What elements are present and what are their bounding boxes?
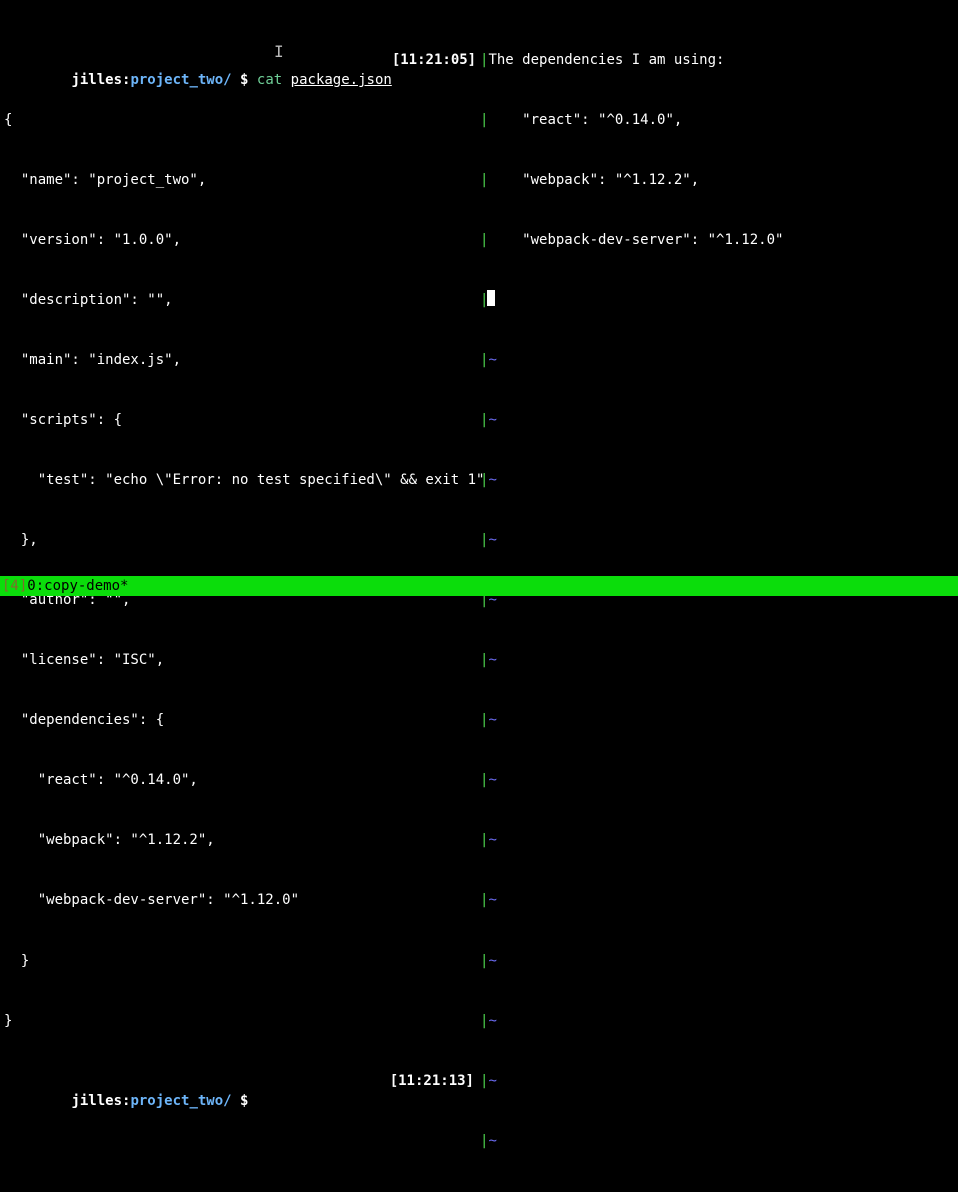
timestamp-1: [11:21:05]	[392, 50, 476, 70]
pane-divider-icon: |	[480, 110, 488, 130]
tilde-icon: ~	[488, 710, 496, 730]
timestamp-2: [11:21:13]	[390, 1071, 474, 1091]
output-line: "license": "ISC",	[4, 650, 480, 670]
editor-empty-line: |~	[480, 1131, 958, 1151]
pane-divider-icon: |	[480, 1071, 488, 1091]
output-line: },	[4, 530, 480, 550]
tmux-status-bar[interactable]: [4] 0:copy-demo*	[0, 576, 958, 596]
output-line: "webpack-dev-server": "^1.12.0"	[4, 890, 480, 910]
output-line: }	[4, 951, 480, 971]
tilde-icon: ~	[488, 1131, 496, 1151]
tilde-icon: ~	[488, 951, 496, 971]
tilde-icon: ~	[488, 1191, 496, 1192]
prompt-user: jilles	[71, 72, 122, 88]
pane-divider-icon: |	[480, 530, 488, 550]
editor-empty-line: |~	[480, 470, 958, 490]
output-line: }	[4, 1011, 480, 1031]
pane-divider-icon: |	[480, 170, 488, 190]
output-line: {	[4, 110, 480, 130]
prompt-path: project_two/	[130, 1093, 231, 1109]
editor-empty-line: |~	[480, 1011, 958, 1031]
editor-empty-line: |~	[480, 650, 958, 670]
tilde-icon: ~	[488, 650, 496, 670]
pane-divider-icon: |	[480, 350, 488, 370]
command-arg: package.json	[291, 72, 392, 88]
tilde-icon: ~	[488, 470, 496, 490]
output-line: "react": "^0.14.0",	[4, 770, 480, 790]
pane-divider-icon: |	[480, 470, 488, 490]
pane-divider-icon: |	[480, 410, 488, 430]
editor-empty-line: |~	[480, 350, 958, 370]
pane-divider-icon: |	[480, 230, 488, 250]
terminal-container: jilles:project_two/ $ cat package.json […	[0, 0, 958, 576]
editor-line: |The dependencies I am using:	[480, 50, 958, 70]
output-line: "version": "1.0.0",	[4, 230, 480, 250]
prompt-path: project_two/	[130, 72, 231, 88]
pane-divider-icon: |	[480, 770, 488, 790]
left-pane[interactable]: jilles:project_two/ $ cat package.json […	[0, 0, 480, 576]
output-line: "name": "project_two",	[4, 170, 480, 190]
prompt-dollar: $	[240, 72, 248, 88]
pane-divider-icon: |	[480, 890, 488, 910]
editor-empty-line: |~	[480, 710, 958, 730]
right-pane[interactable]: |The dependencies I am using: | "react":…	[480, 0, 958, 576]
editor-line: | "react": "^0.14.0",	[480, 110, 958, 130]
editor-empty-line: |~	[480, 890, 958, 910]
tilde-icon: ~	[488, 830, 496, 850]
command-name: cat	[257, 72, 282, 88]
pane-divider-icon: |	[480, 951, 488, 971]
output-line: "scripts": {	[4, 410, 480, 430]
prompt-dollar: $	[240, 1093, 248, 1109]
prompt-line-2: jilles:project_two/ $ [11:21:13]	[4, 1071, 480, 1091]
tilde-icon: ~	[488, 530, 496, 550]
editor-line: | "webpack": "^1.12.2",	[480, 170, 958, 190]
output-line: "description": "",	[4, 290, 480, 310]
tilde-icon: ~	[488, 1071, 496, 1091]
editor-empty-line: |~	[480, 530, 958, 550]
editor-empty-line: |~	[480, 770, 958, 790]
editor-empty-line: |~	[480, 830, 958, 850]
output-line: "main": "index.js",	[4, 350, 480, 370]
pane-divider-icon: |	[480, 710, 488, 730]
editor-empty-line: |~	[480, 410, 958, 430]
pane-divider-icon: |	[480, 1011, 488, 1031]
output-line: "test": "echo \"Error: no test specified…	[4, 470, 480, 490]
tilde-icon: ~	[488, 410, 496, 430]
editor-line: | "webpack-dev-server": "^1.12.0"	[480, 230, 958, 250]
editor-cursor-line: |	[480, 290, 958, 310]
pane-divider-icon: |	[480, 1131, 488, 1151]
status-window-number: [4]	[2, 576, 27, 596]
pane-divider-icon: |	[480, 830, 488, 850]
tilde-icon: ~	[488, 1011, 496, 1031]
pane-divider-icon: |	[480, 50, 488, 70]
pane-divider-icon: |	[480, 1191, 488, 1192]
editor-empty-line: |~	[480, 951, 958, 971]
editor-empty-line: |~	[480, 1071, 958, 1091]
editor-empty-line: |~	[480, 1191, 958, 1192]
output-line: "webpack": "^1.12.2",	[4, 830, 480, 850]
tilde-icon: ~	[488, 890, 496, 910]
output-line: "dependencies": {	[4, 710, 480, 730]
cursor-icon	[487, 290, 495, 306]
prompt-colon: :	[122, 1093, 130, 1109]
pane-divider-icon: |	[480, 650, 488, 670]
tilde-icon: ~	[488, 350, 496, 370]
prompt-line-1: jilles:project_two/ $ cat package.json […	[4, 50, 480, 70]
prompt-user: jilles	[71, 1093, 122, 1109]
tilde-icon: ~	[488, 770, 496, 790]
status-tab-name: 0:copy-demo*	[27, 576, 128, 596]
